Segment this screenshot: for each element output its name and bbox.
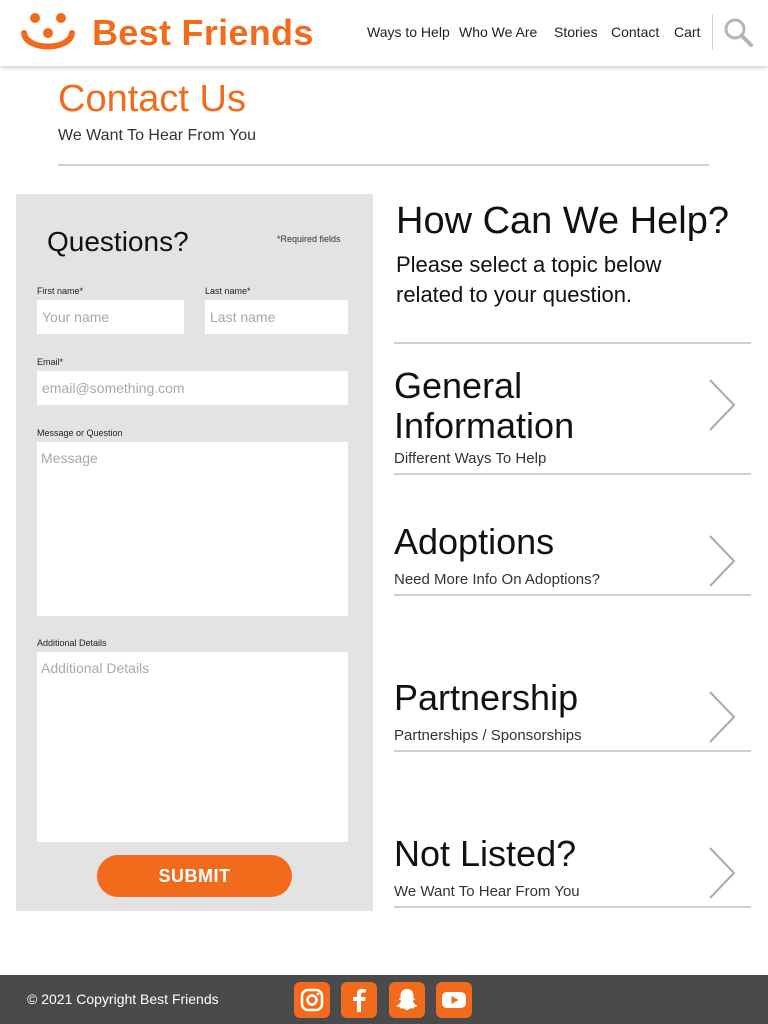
chevron-right-icon	[709, 379, 736, 431]
snapchat-icon[interactable]	[389, 982, 425, 1018]
chevron-right-icon	[709, 691, 736, 743]
message-label: Message or Question	[37, 428, 123, 438]
nav-cart[interactable]: Cart	[674, 24, 700, 40]
submit-button[interactable]: SUBMIT	[97, 855, 292, 897]
help-subtitle: Please select a topic below related to y…	[396, 252, 662, 307]
search-icon[interactable]	[722, 16, 754, 48]
instagram-icon[interactable]	[294, 982, 330, 1018]
help-title: How Can We Help?	[396, 200, 730, 242]
topic-title: Not Listed?	[394, 833, 577, 874]
topic-title: General Information	[394, 365, 575, 446]
site-header: Best Friends Ways to Help Who We Are Sto…	[0, 0, 768, 66]
topic-partnership[interactable]: Partnership Partnerships / Sponsorships	[394, 678, 751, 754]
page-subtitle: We Want To Hear From You	[58, 127, 257, 144]
topic-divider	[394, 750, 751, 752]
contact-form-panel: Questions? *Required fields First name* …	[16, 194, 373, 911]
chevron-right-icon	[709, 847, 736, 899]
facebook-icon[interactable]	[341, 982, 377, 1018]
nav-divider	[712, 14, 713, 50]
first-name-input[interactable]	[37, 300, 184, 334]
heading-divider	[58, 164, 709, 166]
page-title: Contact Us	[58, 78, 246, 120]
additional-details-label: Additional Details	[37, 638, 107, 648]
nav-contact[interactable]: Contact	[611, 24, 659, 40]
nav-ways-to-help[interactable]: Ways to Help	[367, 24, 450, 40]
topic-not-listed[interactable]: Not Listed? We Want To Hear From You	[394, 834, 751, 910]
chevron-right-icon	[709, 535, 736, 587]
topic-subtitle: Need More Info On Adoptions?	[394, 571, 600, 588]
required-fields-note: *Required fields	[277, 234, 341, 244]
email-input[interactable]	[37, 371, 348, 405]
topic-divider	[394, 594, 751, 596]
topic-title: Partnership	[394, 677, 579, 718]
topic-general-information[interactable]: General Information Different Ways To He…	[394, 366, 751, 476]
brand-name[interactable]: Best Friends	[92, 12, 314, 54]
additional-details-textarea[interactable]	[37, 652, 348, 842]
email-label: Email*	[37, 357, 64, 367]
nav-stories[interactable]: Stories	[554, 24, 598, 40]
topic-adoptions[interactable]: Adoptions Need More Info On Adoptions?	[394, 522, 751, 598]
nav-who-we-are[interactable]: Who We Are	[459, 24, 537, 40]
site-footer: © 2021 Copyright Best Friends	[0, 975, 768, 1024]
topic-divider	[394, 473, 751, 475]
help-divider	[394, 342, 751, 344]
youtube-icon[interactable]	[436, 982, 472, 1018]
form-title: Questions?	[47, 226, 189, 257]
topic-divider	[394, 906, 751, 908]
topic-subtitle: Different Ways To Help	[394, 450, 547, 467]
last-name-label: Last name*	[205, 286, 251, 296]
topic-title: Adoptions	[394, 521, 555, 562]
copyright-text: © 2021 Copyright Best Friends	[27, 991, 219, 1007]
topic-subtitle: We Want To Hear From You	[394, 883, 580, 900]
last-name-input[interactable]	[205, 300, 348, 334]
topic-subtitle: Partnerships / Sponsorships	[394, 727, 582, 744]
best-friends-logo-icon[interactable]	[20, 11, 76, 55]
first-name-label: First name*	[37, 286, 84, 296]
message-textarea[interactable]	[37, 442, 348, 616]
